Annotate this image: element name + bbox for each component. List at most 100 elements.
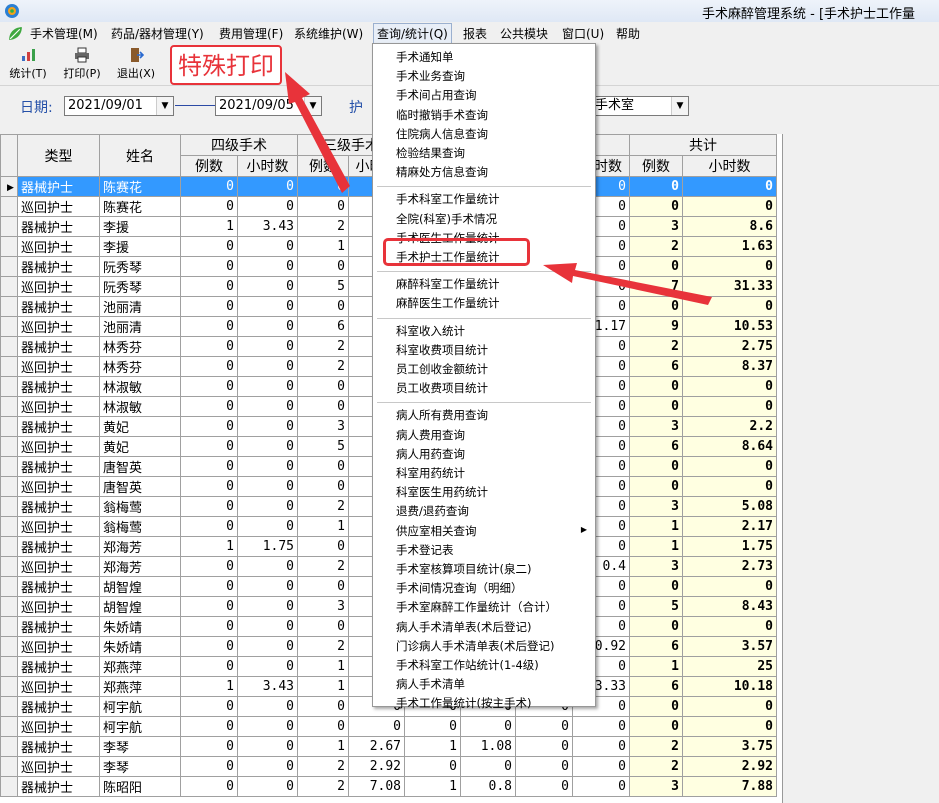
cell-type[interactable]: 巡回护士 <box>17 196 100 217</box>
cell-c4[interactable]: 1 <box>180 536 238 557</box>
dropdown-item[interactable]: 手术间情况查询（明细） <box>396 580 523 596</box>
row-indicator[interactable] <box>0 776 18 797</box>
cell-c4[interactable]: 1 <box>180 216 238 237</box>
row-indicator[interactable] <box>0 516 18 537</box>
cell-total-hours[interactable]: 0 <box>682 376 777 397</box>
menu-reports[interactable]: 报表 <box>463 25 487 42</box>
cell-c3[interactable]: 1 <box>297 676 349 697</box>
cell-h1[interactable]: 0 <box>572 756 630 777</box>
cell-total-hours[interactable]: 5.08 <box>682 496 777 517</box>
dropdown-item[interactable]: 门诊病人手术清单表(术后登记) <box>396 638 554 654</box>
cell-h4[interactable]: 0 <box>237 696 298 717</box>
row-indicator[interactable] <box>0 416 18 437</box>
cell-c4[interactable]: 0 <box>180 176 238 197</box>
cell-type[interactable]: 器械护士 <box>17 776 100 797</box>
cell-total-count[interactable]: 2 <box>629 336 683 357</box>
cell-type[interactable]: 巡回护士 <box>17 436 100 457</box>
cell-c1[interactable]: 0 <box>515 776 573 797</box>
table-row[interactable]: 器械护士 李琴 0 0 1 2.67 1 1.08 0 0 2 3.75 <box>0 736 777 757</box>
row-indicator[interactable] <box>0 376 18 397</box>
row-indicator[interactable] <box>0 476 18 497</box>
cell-c2[interactable]: 1 <box>404 776 461 797</box>
dropdown-item[interactable]: 手术科室工作量统计 <box>396 191 500 207</box>
dropdown-item[interactable]: 手术工作量统计(按主手术) <box>396 695 531 711</box>
dropdown-item[interactable]: 手术间占用查询 <box>396 87 477 103</box>
cell-total-count[interactable]: 3 <box>629 416 683 437</box>
cell-type[interactable]: 器械护士 <box>17 416 100 437</box>
cell-h4[interactable]: 0 <box>237 376 298 397</box>
cell-total-count[interactable]: 0 <box>629 716 683 737</box>
cell-total-count[interactable]: 1 <box>629 536 683 557</box>
date-to-picker[interactable]: 2021/09/05 ▼ <box>215 96 322 116</box>
row-indicator[interactable] <box>0 356 18 377</box>
cell-name[interactable]: 翁梅莺 <box>99 516 181 537</box>
cell-total-count[interactable]: 0 <box>629 256 683 277</box>
cell-type[interactable]: 巡回护士 <box>17 236 100 257</box>
cell-c4[interactable]: 1 <box>180 676 238 697</box>
cell-total-hours[interactable]: 0 <box>682 716 777 737</box>
row-indicator[interactable] <box>0 536 18 557</box>
header-l3-count[interactable]: 例数 <box>297 155 349 177</box>
dropdown-item[interactable]: 临时撤销手术查询 <box>396 107 488 123</box>
menu-fees[interactable]: 费用管理(F) <box>219 25 283 42</box>
cell-total-count[interactable]: 5 <box>629 596 683 617</box>
cell-c4[interactable]: 0 <box>180 296 238 317</box>
cell-total-hours[interactable]: 2.17 <box>682 516 777 537</box>
cell-h4[interactable]: 0 <box>237 176 298 197</box>
cell-c3[interactable]: 2 <box>297 496 349 517</box>
cell-name[interactable]: 池丽清 <box>99 296 181 317</box>
cell-c4[interactable]: 0 <box>180 556 238 577</box>
cell-total-count[interactable]: 0 <box>629 696 683 717</box>
dropdown-item[interactable]: 科室医生用药统计 <box>396 484 488 500</box>
cell-h3[interactable]: 0 <box>348 716 405 737</box>
cell-name[interactable]: 李援 <box>99 236 181 257</box>
cell-c4[interactable]: 0 <box>180 316 238 337</box>
cell-c3[interactable]: 0 <box>297 716 349 737</box>
cell-c1[interactable]: 0 <box>515 716 573 737</box>
header-total[interactable]: 共计 <box>629 134 777 156</box>
header-l4-hours[interactable]: 小时数 <box>237 155 298 177</box>
cell-total-count[interactable]: 9 <box>629 316 683 337</box>
dropdown-item[interactable]: 科室收费项目统计 <box>396 342 488 358</box>
cell-name[interactable]: 陈赛花 <box>99 196 181 217</box>
cell-h4[interactable]: 3.43 <box>237 676 298 697</box>
cell-total-hours[interactable]: 0 <box>682 476 777 497</box>
cell-h4[interactable]: 0 <box>237 496 298 517</box>
menu-window[interactable]: 窗口(U) <box>562 25 604 42</box>
cell-type[interactable]: 巡回护士 <box>17 676 100 697</box>
cell-c3[interactable]: 0 <box>297 196 349 217</box>
chevron-down-icon[interactable]: ▼ <box>671 97 688 115</box>
cell-type[interactable]: 器械护士 <box>17 216 100 237</box>
cell-total-hours[interactable]: 3.75 <box>682 736 777 757</box>
cell-name[interactable]: 阮秀琴 <box>99 256 181 277</box>
cell-name[interactable]: 李援 <box>99 216 181 237</box>
chevron-down-icon[interactable]: ▼ <box>156 97 173 115</box>
cell-h4[interactable]: 0 <box>237 556 298 577</box>
dropdown-item[interactable]: 精麻处方信息查询 <box>396 164 488 180</box>
cell-c3[interactable]: 6 <box>297 316 349 337</box>
cell-type[interactable]: 巡回护士 <box>17 276 100 297</box>
cell-name[interactable]: 朱娇靖 <box>99 616 181 637</box>
cell-h1[interactable]: 0 <box>572 736 630 757</box>
cell-total-count[interactable]: 2 <box>629 736 683 757</box>
cell-h3[interactable]: 7.08 <box>348 776 405 797</box>
cell-c4[interactable]: 0 <box>180 516 238 537</box>
cell-type[interactable]: 巡回护士 <box>17 476 100 497</box>
dropdown-item[interactable]: 手术室麻醉工作量统计（合计） <box>396 599 557 615</box>
cell-c4[interactable]: 0 <box>180 736 238 757</box>
cell-c3[interactable]: 0 <box>297 256 349 277</box>
row-indicator[interactable] <box>0 296 18 317</box>
cell-total-hours[interactable]: 0 <box>682 576 777 597</box>
cell-h4[interactable]: 0 <box>237 656 298 677</box>
cell-type[interactable]: 巡回护士 <box>17 316 100 337</box>
cell-total-count[interactable]: 3 <box>629 496 683 517</box>
table-row[interactable]: 器械护士 陈昭阳 0 0 2 7.08 1 0.8 0 0 3 7.88 <box>0 776 777 797</box>
row-indicator[interactable] <box>0 696 18 717</box>
cell-name[interactable]: 郑海芳 <box>99 536 181 557</box>
row-indicator[interactable] <box>0 576 18 597</box>
cell-c4[interactable]: 0 <box>180 256 238 277</box>
cell-type[interactable]: 器械护士 <box>17 456 100 477</box>
cell-c3[interactable]: 0 <box>297 396 349 417</box>
row-indicator[interactable] <box>0 636 18 657</box>
cell-h4[interactable]: 0 <box>237 736 298 757</box>
